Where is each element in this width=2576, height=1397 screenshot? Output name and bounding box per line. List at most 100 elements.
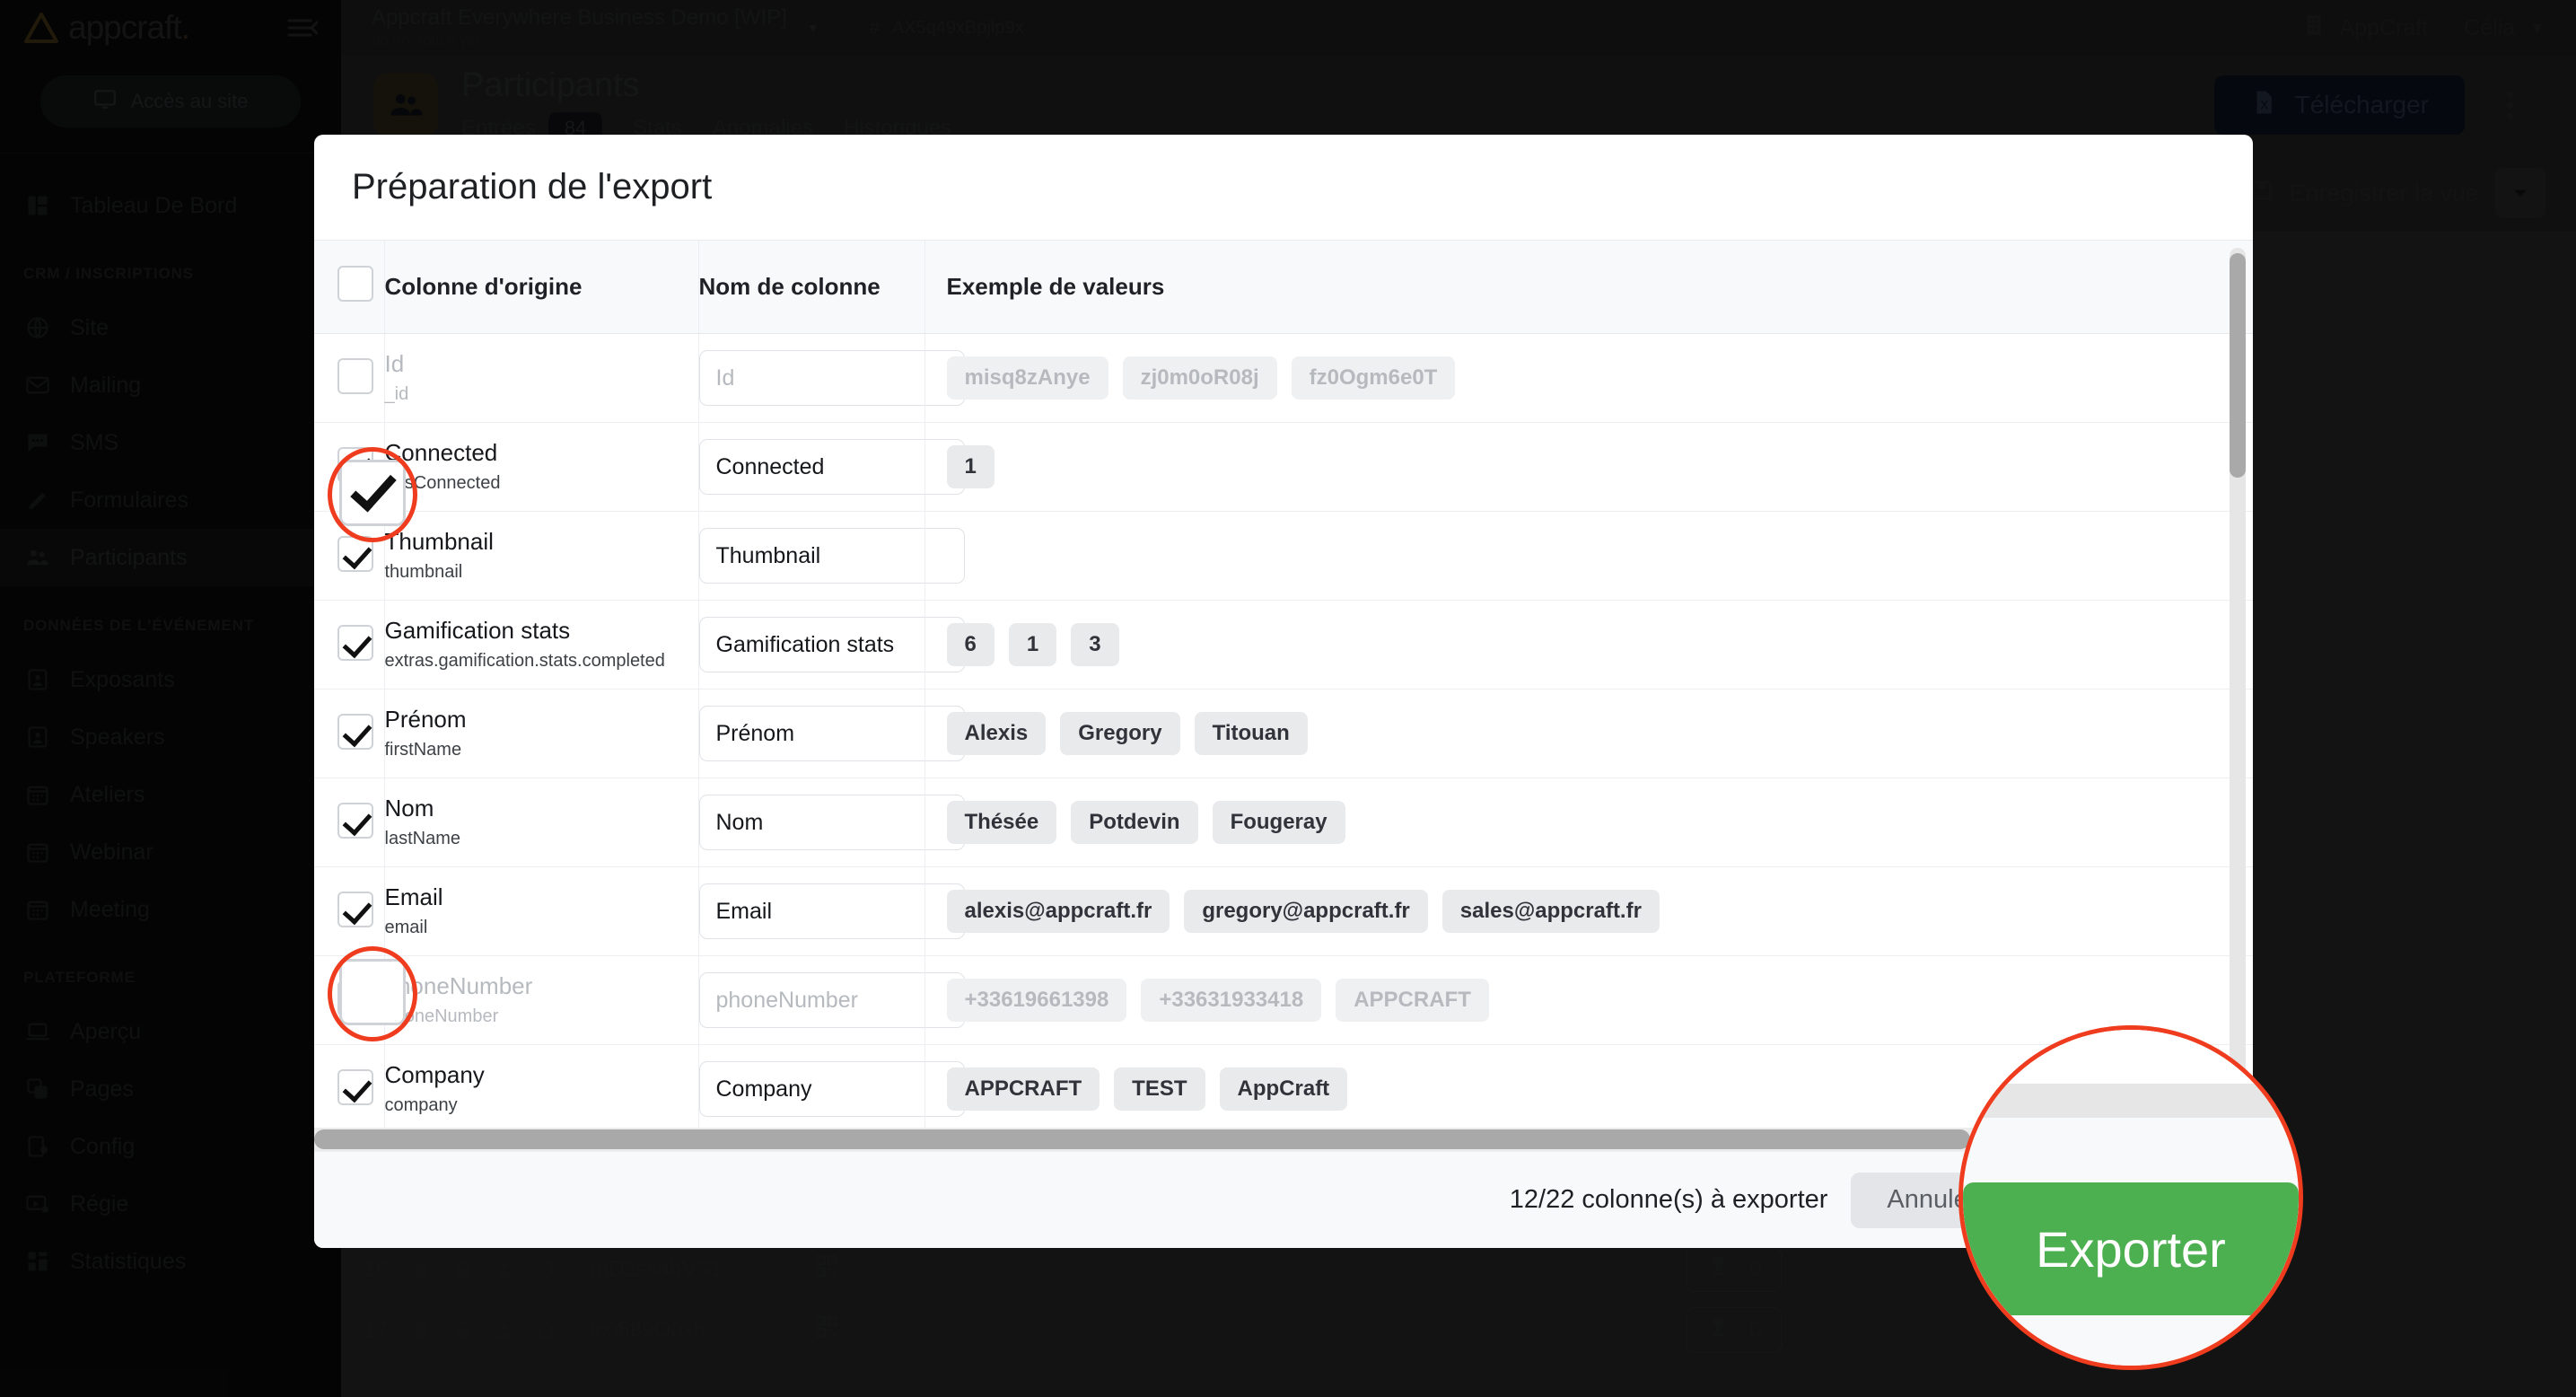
example-chip: 1 — [1009, 623, 1056, 666]
examples-cell: Thésée Potdevin Fougeray — [924, 778, 2253, 867]
name-cell[interactable]: Company — [698, 1045, 924, 1129]
table-row[interactable]: Gamification stats extras.gamification.s… — [314, 601, 2253, 690]
name-cell[interactable]: phoneNumber — [698, 956, 924, 1045]
example-chip: 3 — [1071, 623, 1118, 666]
origin-cell: Id _id — [384, 334, 698, 423]
row-checkbox[interactable] — [337, 803, 373, 839]
examples-cell: 1 — [924, 423, 2253, 512]
table-row[interactable]: Id _id Id misq8zAnye zj0m0oR08j fz0Ogm6e… — [314, 334, 2253, 423]
origin-label: Nom — [385, 795, 677, 822]
zoom-bubble-strip-grey — [1963, 1084, 2299, 1118]
table-row[interactable]: Prénom firstName Prénom Alexis Gregory T… — [314, 690, 2253, 778]
horizontal-scrollbar-thumb[interactable] — [314, 1129, 1970, 1149]
example-chip: alexis@appcraft.fr — [947, 890, 1170, 933]
row-select-cell[interactable] — [314, 334, 384, 423]
example-chip: Thésée — [947, 801, 1057, 844]
name-cell[interactable]: Nom — [698, 778, 924, 867]
origin-cell: Nom lastName — [384, 778, 698, 867]
row-select-cell[interactable] — [314, 690, 384, 778]
example-chip: zj0m0oR08j — [1123, 356, 1277, 400]
check-mark-icon — [350, 464, 396, 512]
select-all-header — [314, 241, 384, 334]
zoom-bubble-strip-white — [1963, 1030, 2299, 1084]
vertical-scrollbar[interactable] — [2230, 248, 2246, 1120]
examples-column-header: Exemple de valeurs — [924, 241, 2253, 334]
row-select-cell[interactable] — [314, 601, 384, 690]
example-chips: 1 — [947, 445, 2232, 488]
row-checkbox[interactable] — [337, 358, 373, 394]
modal-header: Préparation de l'export — [314, 135, 2253, 241]
origin-label: Company — [385, 1062, 677, 1088]
table-row[interactable]: Nom lastName Nom Thésée Potdevin Fougera… — [314, 778, 2253, 867]
origin-column-header: Colonne d'origine — [384, 241, 698, 334]
origin-cell: phoneNumber phoneNumber — [384, 956, 698, 1045]
example-chip: misq8zAnye — [947, 356, 1108, 400]
columns-table: Colonne d'origine Nom de colonne Exemple… — [314, 241, 2253, 1128]
origin-key: thumbnail — [385, 562, 677, 583]
row-select-cell[interactable] — [314, 867, 384, 956]
origin-label: Gamification stats — [385, 618, 677, 644]
highlighted-checkbox-connected[interactable] — [339, 460, 406, 526]
row-select-cell[interactable] — [314, 1045, 384, 1129]
origin-cell: Connected hasConnected — [384, 423, 698, 512]
row-checkbox[interactable] — [337, 892, 373, 927]
example-chip: 6 — [947, 623, 994, 666]
table-row[interactable]: Thumbnail thumbnail Thumbnail — [314, 512, 2253, 601]
export-button-magnified[interactable]: Exporter — [1963, 1182, 2299, 1315]
screen: appcraft. Accès au site — [0, 0, 2576, 1397]
horizontal-scrollbar[interactable] — [314, 1128, 2253, 1151]
origin-key: lastName — [385, 829, 677, 849]
origin-label: Prénom — [385, 707, 677, 733]
example-chip: sales@appcraft.fr — [1442, 890, 1660, 933]
examples-cell: Alexis Gregory Titouan — [924, 690, 2253, 778]
origin-key: _id — [385, 384, 677, 405]
origin-cell: Email email — [384, 867, 698, 956]
vertical-scrollbar-thumb[interactable] — [2230, 253, 2246, 478]
row-checkbox[interactable] — [337, 1069, 373, 1105]
select-all-checkbox[interactable] — [337, 266, 373, 302]
example-chip: TEST — [1114, 1068, 1205, 1111]
example-chips: Alexis Gregory Titouan — [947, 712, 2232, 755]
origin-label: phoneNumber — [385, 973, 677, 999]
name-cell[interactable]: Prénom — [698, 690, 924, 778]
origin-cell: Company company — [384, 1045, 698, 1129]
export-preparation-modal: Préparation de l'export Colonne d'origin… — [314, 135, 2253, 1248]
example-chips: alexis@appcraft.fr gregory@appcraft.fr s… — [947, 890, 2232, 933]
example-chip: Gregory — [1060, 712, 1179, 755]
name-cell[interactable]: Id — [698, 334, 924, 423]
table-row[interactable]: Email email Email alexis@appcraft.fr gre… — [314, 867, 2253, 956]
columns-table-wrapper: Colonne d'origine Nom de colonne Exemple… — [314, 241, 2253, 1128]
example-chips: +33619661398 +33631933418 APPCRAFT — [947, 979, 2232, 1022]
row-checkbox[interactable] — [337, 625, 373, 661]
row-select-cell[interactable] — [314, 778, 384, 867]
table-row[interactable]: phoneNumber phoneNumber phoneNumber +336… — [314, 956, 2253, 1045]
origin-cell: Prénom firstName — [384, 690, 698, 778]
example-chip: +33619661398 — [947, 979, 1127, 1022]
table-row[interactable]: Connected hasConnected Connected 1 — [314, 423, 2253, 512]
name-cell[interactable]: Gamification stats — [698, 601, 924, 690]
examples-cell: misq8zAnye zj0m0oR08j fz0Ogm6e0T — [924, 334, 2253, 423]
row-checkbox[interactable] — [337, 536, 373, 572]
origin-cell: Thumbnail thumbnail — [384, 512, 698, 601]
name-cell[interactable]: Email — [698, 867, 924, 956]
origin-key: extras.gamification.stats.completed — [385, 651, 677, 672]
example-chip: gregory@appcraft.fr — [1184, 890, 1427, 933]
highlighted-checkbox-phonenumber[interactable] — [339, 959, 406, 1025]
example-chip: AppCraft — [1220, 1068, 1348, 1111]
example-chips: Thésée Potdevin Fougeray — [947, 801, 2232, 844]
columns-table-head: Colonne d'origine Nom de colonne Exemple… — [314, 241, 2253, 334]
row-checkbox[interactable] — [337, 714, 373, 750]
callout-export-button-zoom: Exporter — [1958, 1025, 2303, 1370]
table-row[interactable]: Company company Company APPCRAFT TEST Ap… — [314, 1045, 2253, 1129]
origin-label: Email — [385, 884, 677, 910]
example-chip: fz0Ogm6e0T — [1292, 356, 1456, 400]
example-chip: Fougeray — [1213, 801, 1345, 844]
examples-cell — [924, 512, 2253, 601]
example-chip: Titouan — [1195, 712, 1308, 755]
name-cell[interactable]: Thumbnail — [698, 512, 924, 601]
modal-body: Colonne d'origine Nom de colonne Exemple… — [314, 241, 2253, 1248]
example-chip: 1 — [947, 445, 994, 488]
origin-key: firstName — [385, 740, 677, 760]
name-cell[interactable]: Connected — [698, 423, 924, 512]
modal-title: Préparation de l'export — [352, 167, 712, 207]
